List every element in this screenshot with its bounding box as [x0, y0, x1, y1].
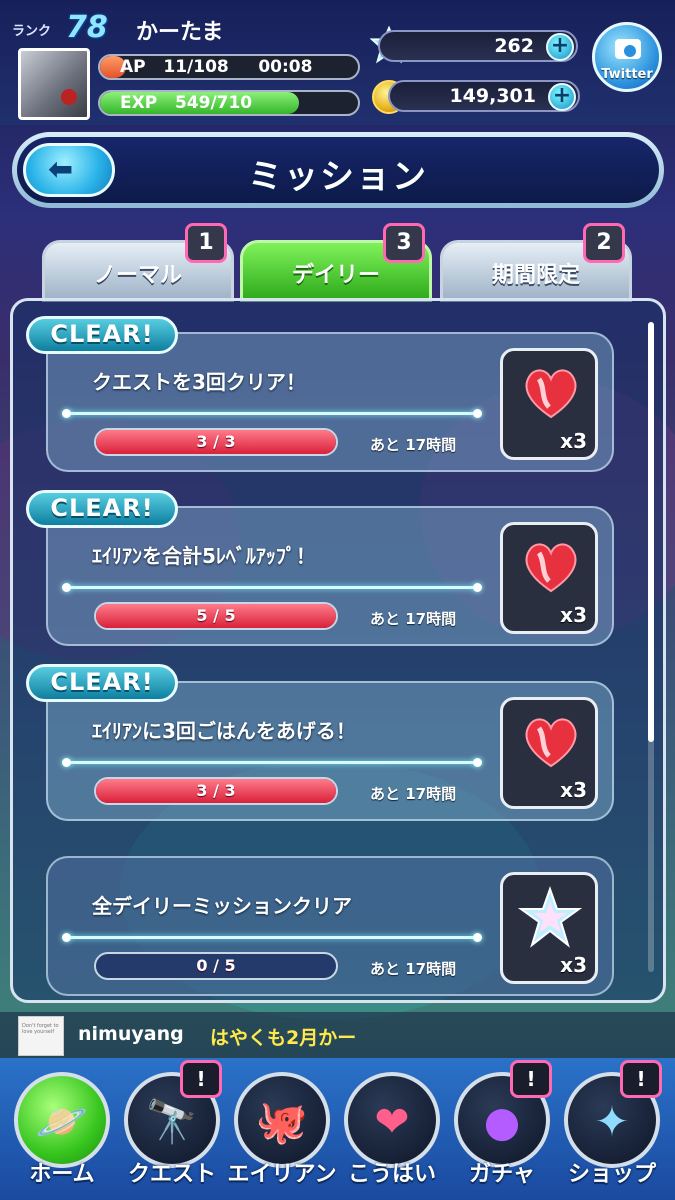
reward-slot[interactable]: x3: [500, 348, 598, 460]
mission-time-remaining: あと 17時間: [370, 436, 457, 454]
mission-time-remaining: あと 17時間: [370, 610, 457, 628]
exp-label: EXP: [120, 93, 158, 113]
mission-progress: 5 / 5: [94, 602, 338, 630]
star-count: 262: [494, 35, 534, 57]
clear-badge: CLEAR!: [26, 490, 178, 528]
crystal-star-icon: [517, 885, 583, 948]
nav-label: クエスト: [127, 1162, 216, 1187]
reward-slot[interactable]: x3: [500, 697, 598, 809]
octopus-icon: 🐙: [255, 1097, 309, 1146]
coin-count: 149,301: [449, 85, 536, 107]
notification-badge: !: [180, 1060, 222, 1098]
nav-breed[interactable]: ❤ こうはい: [338, 1072, 446, 1196]
divider: [62, 583, 482, 592]
chat-message: はやくも2月かー: [210, 1027, 357, 1049]
reward-quantity: x3: [560, 429, 587, 453]
nav-label: エイリアン: [227, 1162, 337, 1187]
crystal-icon: ✦: [594, 1097, 630, 1146]
mission-title: クエストを3回クリア！: [92, 370, 306, 394]
mission-time-remaining: あと 17時間: [370, 960, 457, 978]
mission-progress: 3 / 3: [94, 777, 338, 805]
page-title: ミッション: [248, 157, 428, 197]
notification-badge: !: [510, 1060, 552, 1098]
tab-badge: 3: [383, 223, 425, 263]
reward-quantity: x3: [560, 603, 587, 627]
mission-progress-text: 0 / 5: [196, 956, 236, 975]
reward-quantity: x3: [560, 778, 587, 802]
heart-gift-icon: [525, 718, 577, 768]
rank-value: 78: [66, 10, 108, 45]
scrollbar-thumb[interactable]: [648, 322, 654, 742]
tab-badge: 2: [583, 223, 625, 263]
bottom-nav: 🪐 ホーム 🔭 ! クエスト 🐙 エイリアン ❤ こうはい ● ! ガチャ ✦ …: [0, 1058, 675, 1200]
mission-title: ｴｲﾘｱﾝを合計5ﾚﾍﾞﾙｱｯﾌﾟ！: [92, 544, 316, 568]
nav-shop[interactable]: ✦ ! ショップ: [558, 1060, 666, 1196]
reward-slot[interactable]: x3: [500, 872, 598, 984]
twitter-label: Twitter: [601, 67, 653, 82]
alien-blob-icon: ●: [483, 1097, 521, 1146]
hearts-icon: ❤: [374, 1097, 410, 1146]
mission-title: 全デイリーミッションクリア: [92, 894, 352, 918]
mission-progress-text: 3 / 3: [196, 781, 236, 800]
scrollbar[interactable]: [648, 322, 654, 972]
twitter-button[interactable]: Twitter: [592, 22, 662, 92]
ap-label: AP: [120, 57, 146, 77]
clear-badge: CLEAR!: [26, 316, 178, 354]
rank-label: ランク: [12, 24, 52, 39]
divider: [62, 758, 482, 767]
ap-bar: AP 11/108 00:08: [98, 54, 360, 80]
reward-quantity: x3: [560, 953, 587, 977]
mission-time-remaining: あと 17時間: [370, 785, 457, 803]
mission-progress: 3 / 3: [94, 428, 338, 456]
status-header: ランク 78 かーたま AP 11/108 00:08 EXP 549/710 …: [0, 0, 675, 125]
ap-timer: 00:08: [258, 57, 313, 77]
rose-icon: [61, 89, 77, 105]
add-stars-button[interactable]: +: [546, 33, 574, 61]
planet-icon: 🪐: [35, 1097, 89, 1146]
heart-gift-icon: [525, 369, 577, 419]
mission-card[interactable]: ｴｲﾘｱﾝに3回ごはんをあげる！ 3 / 3 あと 17時間 x3: [46, 681, 614, 821]
divider: [62, 409, 482, 418]
player-avatar[interactable]: [18, 48, 90, 120]
clear-badge: CLEAR!: [26, 664, 178, 702]
exp-value: 549/710: [174, 93, 253, 113]
divider: [62, 933, 482, 942]
mission-progress-text: 5 / 5: [196, 606, 236, 625]
nav-home[interactable]: 🪐 ホーム: [8, 1072, 116, 1196]
nav-label: ホーム: [29, 1162, 95, 1187]
reward-slot[interactable]: x3: [500, 522, 598, 634]
telescope-icon: 🔭: [145, 1097, 199, 1146]
star-currency: 262 +: [378, 30, 578, 62]
tab-normal[interactable]: ノーマル 1: [42, 223, 234, 302]
tab-limited[interactable]: 期間限定 2: [440, 223, 632, 302]
nav-alien[interactable]: 🐙 エイリアン: [227, 1072, 337, 1196]
heart-gift-icon: [525, 543, 577, 593]
chat-avatar: Don't forget to love yourself: [18, 1016, 64, 1056]
chat-ticker[interactable]: Don't forget to love yourself nimuyang は…: [0, 1012, 675, 1058]
notification-badge: !: [620, 1060, 662, 1098]
coin-currency: 149,301 +: [388, 80, 580, 112]
chat-username: nimuyang: [78, 1023, 184, 1045]
mission-progress-text: 3 / 3: [196, 432, 236, 451]
nav-label: ガチャ: [469, 1162, 535, 1187]
player-name: かーたま: [136, 20, 224, 45]
exp-bar: EXP 549/710: [98, 90, 360, 116]
mission-title: ｴｲﾘｱﾝに3回ごはんをあげる！: [92, 719, 356, 743]
camera-icon: [615, 39, 641, 59]
tab-daily[interactable]: デイリー 3: [240, 223, 432, 302]
ap-value: 11/108: [163, 57, 229, 77]
title-bar: ⬅ ミッション: [12, 132, 664, 208]
nav-gacha[interactable]: ● ! ガチャ: [448, 1060, 556, 1196]
mission-progress: 0 / 5: [94, 952, 338, 980]
add-coins-button[interactable]: +: [548, 83, 576, 111]
tab-badge: 1: [185, 223, 227, 263]
nav-label: こうはい: [347, 1162, 436, 1187]
nav-quest[interactable]: 🔭 ! クエスト: [118, 1060, 226, 1196]
mission-card[interactable]: 全デイリーミッションクリア 0 / 5 あと 17時間 x3: [46, 856, 614, 996]
nav-label: ショップ: [567, 1162, 656, 1187]
